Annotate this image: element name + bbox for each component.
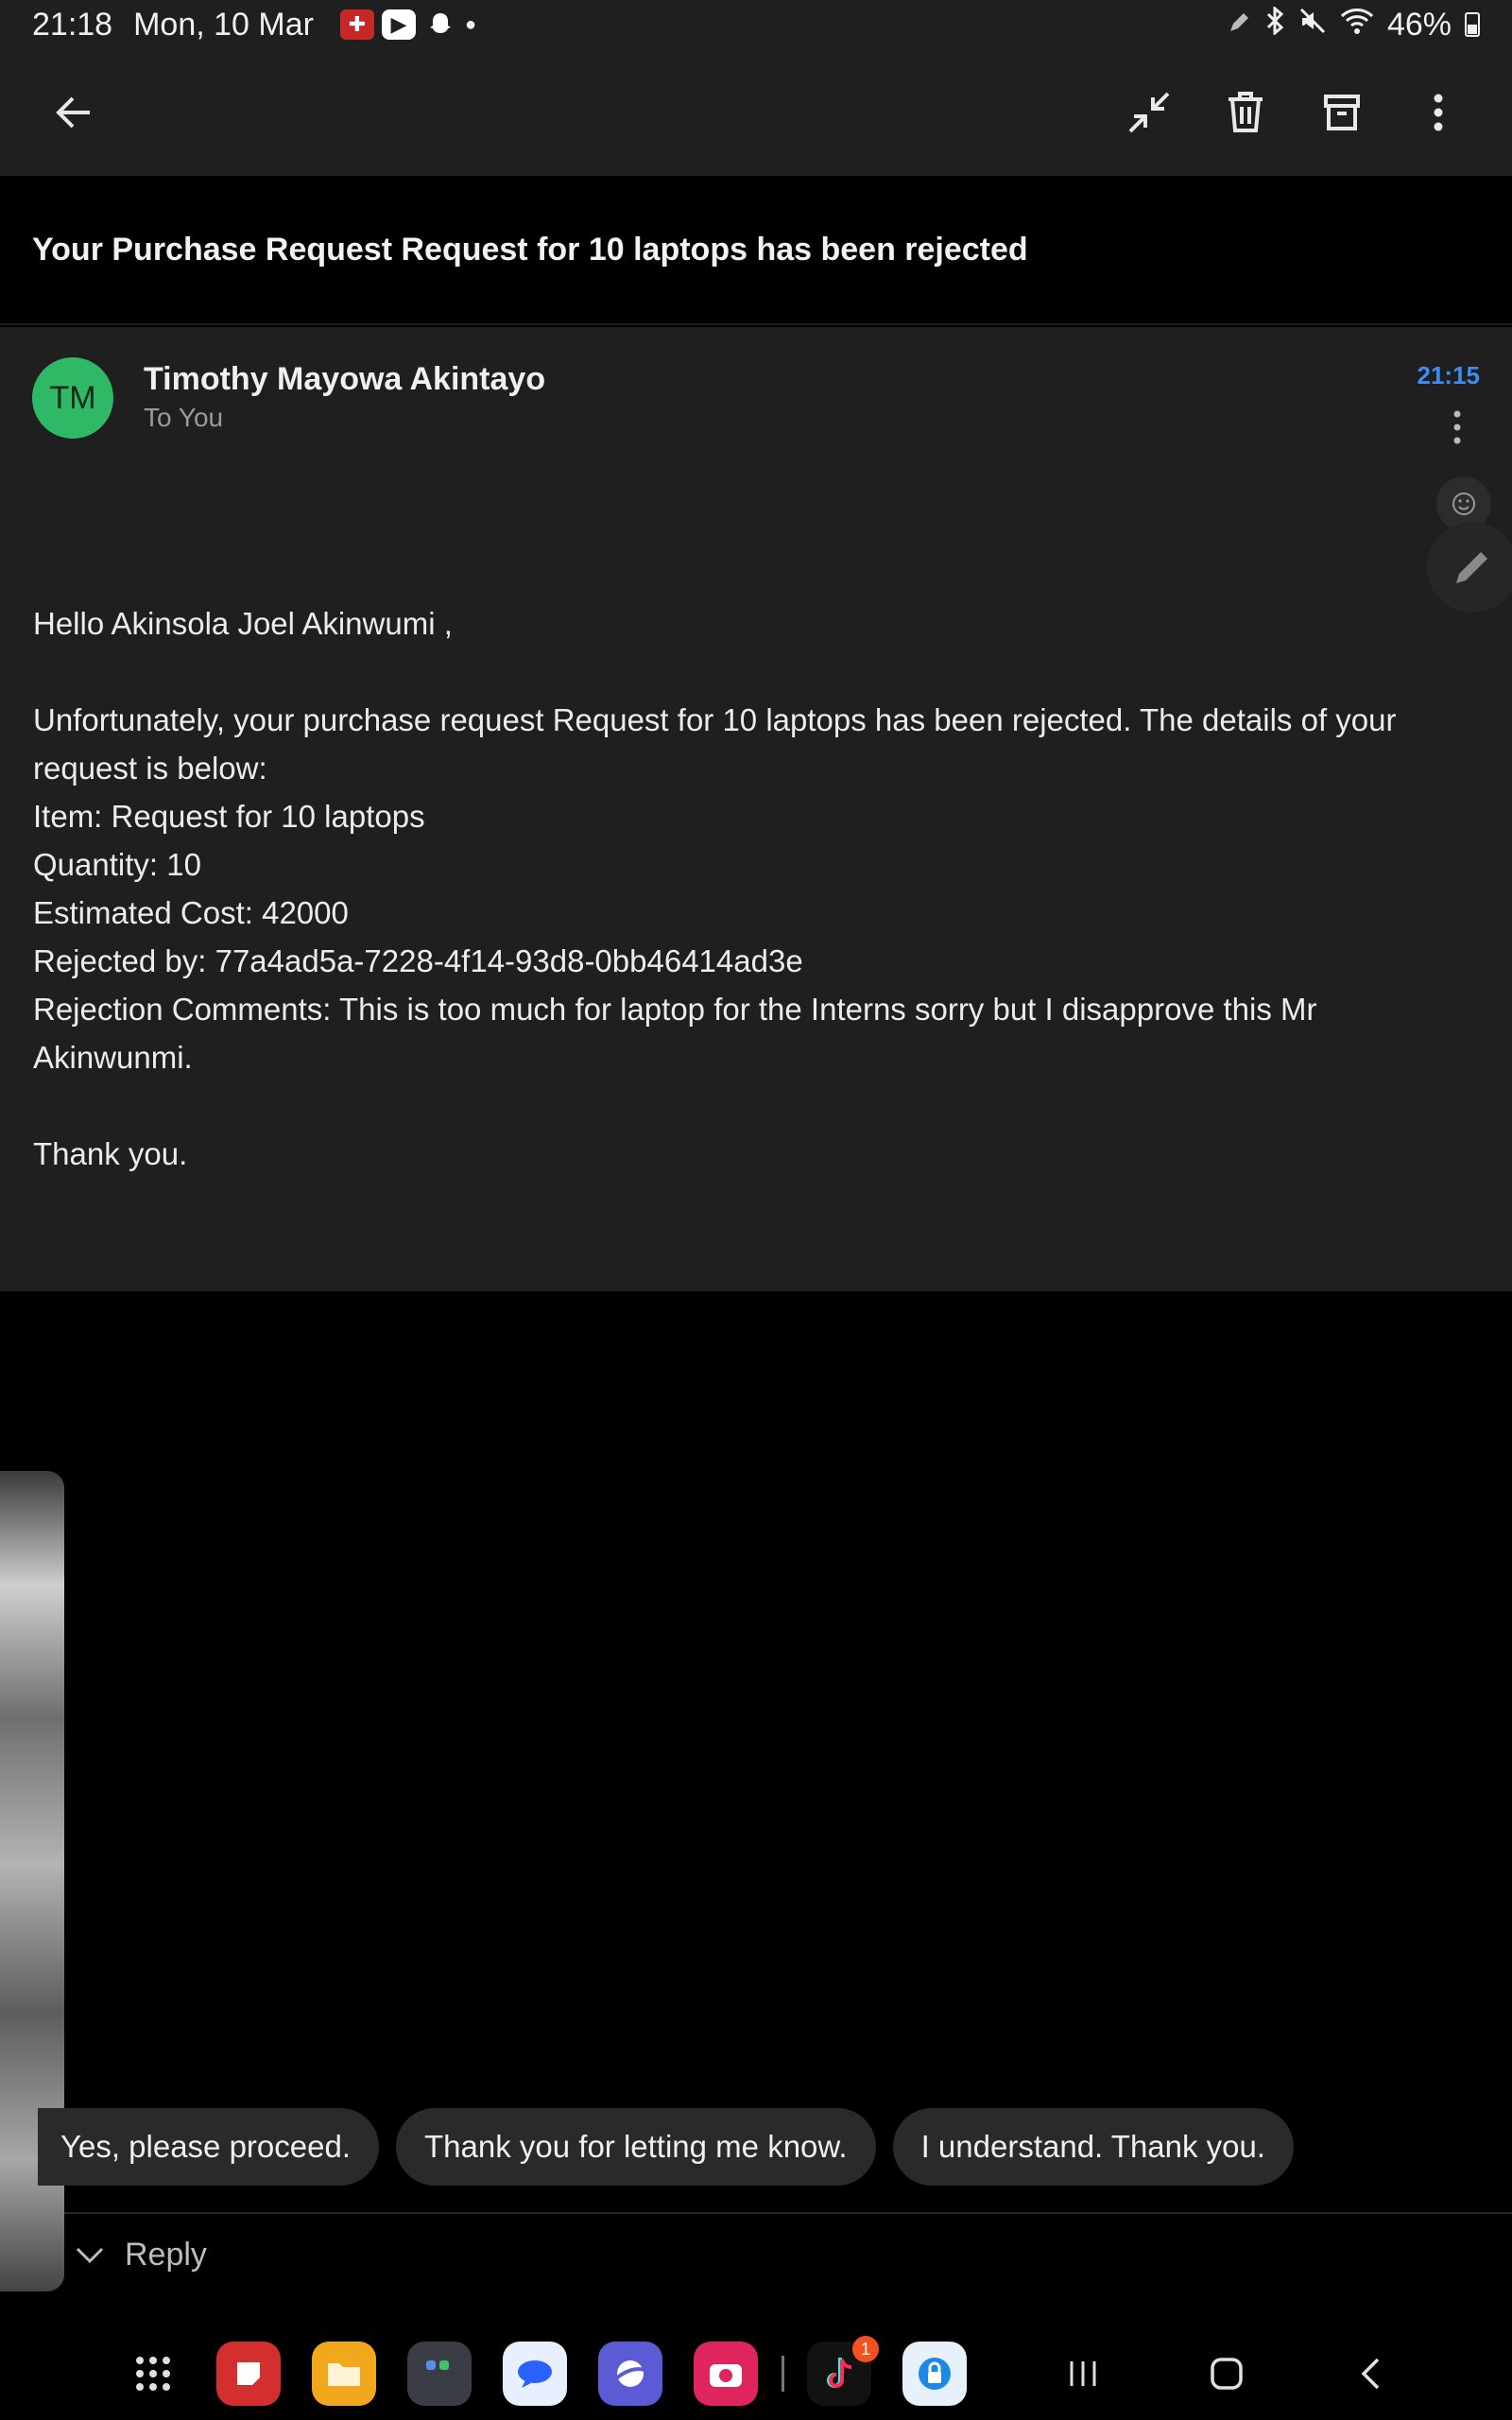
- email-body: Hello Akinsola Joel Akinwumi , Unfortunat…: [33, 599, 1469, 1178]
- secure-app-icon[interactable]: [902, 2342, 967, 2406]
- notes-app-icon[interactable]: [216, 2342, 281, 2406]
- recents-icon[interactable]: [1055, 2345, 1111, 2402]
- email-subject: Your Purchase Request Request for 10 lap…: [32, 231, 1028, 268]
- apps-grid-icon[interactable]: [121, 2342, 185, 2406]
- folder-app-icon[interactable]: [407, 2342, 472, 2406]
- status-bar: 21:18 Mon, 10 Mar ✚ ▶ ● 46%: [0, 0, 1512, 49]
- recipient-label[interactable]: To You: [144, 403, 223, 433]
- email-body-line: Quantity: 10: [33, 847, 201, 882]
- email-body-line: [33, 1081, 1469, 1130]
- status-time: 21:18: [32, 6, 113, 43]
- collapse-icon[interactable]: [1111, 75, 1187, 150]
- smart-reply-chip[interactable]: Thank you for letting me know.: [396, 2108, 876, 2186]
- email-body-line: Rejected by: 77a4ad5a-7228-4f14-93d8-0bb…: [33, 943, 803, 978]
- email-body-line: Item: Request for 10 laptops: [33, 799, 425, 834]
- delete-icon[interactable]: [1208, 75, 1283, 150]
- smart-reply-chip[interactable]: Yes, please proceed.: [38, 2108, 380, 2186]
- reply-button[interactable]: Reply: [76, 2237, 207, 2273]
- reply-divider: [64, 2212, 1512, 2214]
- email-body-line: Rejection Comments: This is too much for…: [33, 992, 1317, 1075]
- app-bar: [0, 49, 1512, 176]
- sender-name[interactable]: Timothy Mayowa Akintayo: [144, 361, 545, 398]
- status-date: Mon, 10 Mar: [133, 6, 314, 43]
- files-app-icon[interactable]: [312, 2342, 376, 2406]
- pen-icon: [1227, 7, 1251, 43]
- back-arrow-icon[interactable]: [36, 75, 112, 150]
- more-vertical-icon[interactable]: [1400, 75, 1476, 150]
- first-aid-app-icon: ✚: [339, 9, 374, 40]
- internet-app-icon[interactable]: [598, 2342, 662, 2406]
- bluetooth-icon: [1264, 5, 1285, 43]
- battery-icon: [1465, 12, 1480, 37]
- email-body-line: [33, 648, 1469, 696]
- taskbar: 1: [0, 2327, 1512, 2420]
- email-body-line: Estimated Cost: 42000: [33, 895, 349, 930]
- message-more-icon[interactable]: [1438, 399, 1476, 456]
- back-nav-icon[interactable]: [1342, 2345, 1399, 2402]
- wifi-icon: [1340, 7, 1374, 43]
- smart-replies: Yes, please proceed. Thank you for letti…: [38, 2108, 1295, 2186]
- subject-bar: Your Purchase Request Request for 10 lap…: [0, 176, 1512, 325]
- mute-icon: [1298, 7, 1327, 43]
- notification-badge: 1: [852, 2336, 879, 2362]
- archive-icon[interactable]: [1304, 75, 1380, 150]
- battery-percentage: 46%: [1386, 6, 1452, 43]
- snapchat-icon: [423, 9, 457, 40]
- youtube-icon: ▶: [381, 9, 416, 40]
- more-notifications-dot: ●: [464, 13, 477, 35]
- home-icon[interactable]: [1198, 2345, 1255, 2402]
- email-body-line: Unfortunately, your purchase request Req…: [33, 702, 1397, 786]
- reply-label: Reply: [125, 2237, 207, 2273]
- sender-avatar[interactable]: TM: [32, 357, 113, 439]
- email-body-line: Hello Akinsola Joel Akinwumi ,: [33, 606, 453, 641]
- messages-app-icon[interactable]: [503, 2342, 567, 2406]
- message-time: 21:15: [1417, 361, 1481, 389]
- smart-reply-chip[interactable]: I understand. Thank you.: [892, 2108, 1295, 2186]
- camera-app-icon[interactable]: [694, 2342, 758, 2406]
- email-message: TM Timothy Mayowa Akintayo To You 21:15 …: [0, 327, 1512, 1291]
- chevron-down-icon: [76, 2237, 104, 2273]
- tiktok-app-icon[interactable]: 1: [807, 2336, 879, 2406]
- dock-separator: [782, 2356, 784, 2392]
- email-body-line: Thank you.: [33, 1136, 188, 1171]
